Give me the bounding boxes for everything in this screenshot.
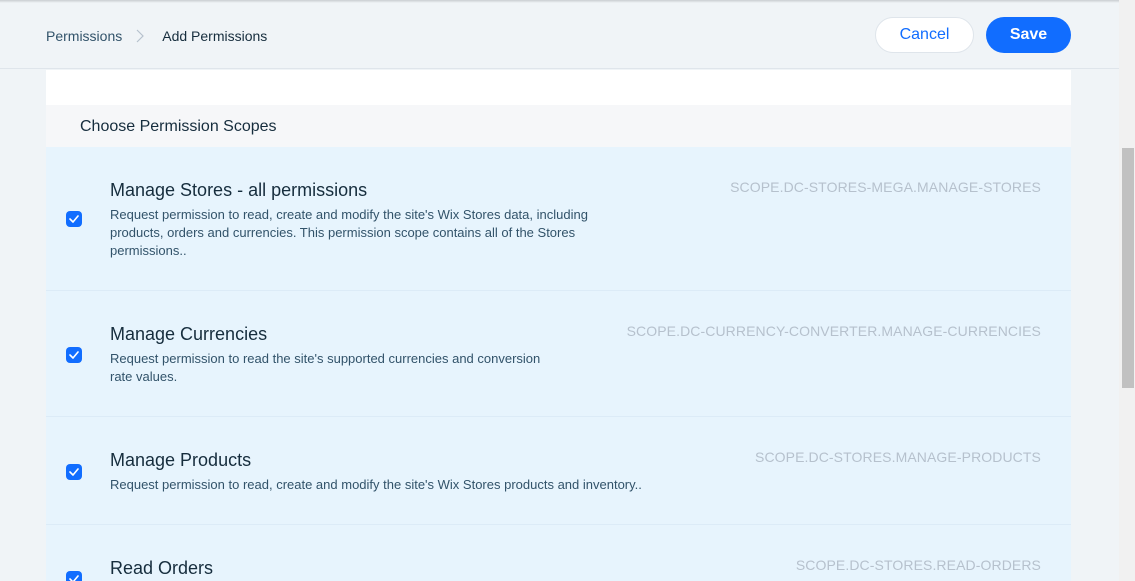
permission-row-read-orders[interactable]: Read Orders SCOPE.DC-STORES.READ-ORDERS xyxy=(46,525,1071,581)
description-line: rate values. xyxy=(110,369,178,384)
permission-title: Manage Currencies xyxy=(110,324,268,344)
permission-scope-list: Manage Stores - all permissions Request … xyxy=(46,147,1071,581)
scrollbar-thumb[interactable] xyxy=(1122,148,1134,388)
page-header: Permissions Add Permissions Cancel Save xyxy=(0,0,1119,69)
checkmark-icon xyxy=(69,575,79,581)
permission-row-manage-stores[interactable]: Manage Stores - all permissions Request … xyxy=(46,147,1071,291)
permission-scope-id: SCOPE.DC-STORES.MANAGE-PRODUCTS xyxy=(755,449,1041,465)
chevron-right-icon xyxy=(122,27,162,45)
description-line: Request permission to read the site's su… xyxy=(110,351,541,366)
manage-products-checkbox[interactable] xyxy=(66,464,82,480)
cancel-button[interactable]: Cancel xyxy=(875,17,974,53)
breadcrumb-item-add-permissions: Add Permissions xyxy=(162,28,268,44)
checkmark-icon xyxy=(69,468,79,476)
description-line: Request permission to read, create and m… xyxy=(110,477,642,492)
read-orders-checkbox[interactable] xyxy=(66,571,82,581)
checkmark-icon xyxy=(69,215,79,223)
permission-description: Request permission to read, create and m… xyxy=(110,476,730,494)
save-button[interactable]: Save xyxy=(986,17,1071,53)
manage-stores-checkbox[interactable] xyxy=(66,211,82,227)
breadcrumb-item-permissions[interactable]: Permissions xyxy=(46,28,122,44)
permission-description: Request permission to read the site's su… xyxy=(110,350,610,386)
permission-description: Request permission to read, create and m… xyxy=(110,206,670,260)
permission-title: Manage Products xyxy=(110,450,252,470)
permission-title: Manage Stores - all permissions xyxy=(110,180,368,200)
permission-scope-id: SCOPE.DC-STORES-MEGA.MANAGE-STORES xyxy=(730,179,1041,195)
permission-row-manage-currencies[interactable]: Manage Currencies Request permission to … xyxy=(46,291,1071,417)
description-line: products, orders and currencies. This pe… xyxy=(110,225,576,240)
breadcrumb: Permissions Add Permissions xyxy=(46,27,267,45)
manage-currencies-checkbox[interactable] xyxy=(66,347,82,363)
description-line: permissions.. xyxy=(110,243,187,258)
permission-title: Read Orders xyxy=(110,558,214,578)
section-title: Choose Permission Scopes xyxy=(80,118,277,135)
permission-scope-id: SCOPE.DC-CURRENCY-CONVERTER.MANAGE-CURRE… xyxy=(626,323,1041,339)
section-header: Choose Permission Scopes xyxy=(46,105,1071,147)
permission-scope-id: SCOPE.DC-STORES.READ-ORDERS xyxy=(795,557,1041,573)
permission-row-manage-products[interactable]: Manage Products Request permission to re… xyxy=(46,417,1071,525)
checkmark-icon xyxy=(69,351,79,359)
description-line: Request permission to read, create and m… xyxy=(110,207,588,222)
permissions-card: Choose Permission Scopes Manage Stores -… xyxy=(46,70,1071,581)
header-shadow xyxy=(0,0,1119,3)
